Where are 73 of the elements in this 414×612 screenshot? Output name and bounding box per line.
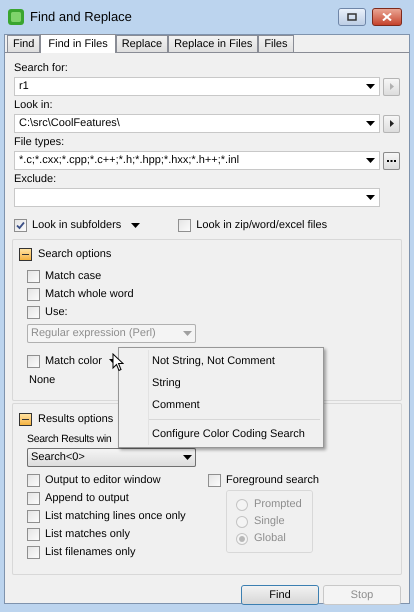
collapse-toggle[interactable]: [19, 248, 32, 260]
play-arrow-icon: [390, 120, 394, 127]
dropdown-arrow-icon: [366, 84, 375, 89]
combo-field[interactable]: r1: [14, 77, 380, 96]
tab[interactable]: Files: [258, 35, 294, 52]
checkbox-label: Look in zip/word/excel files: [196, 218, 328, 233]
checkbox-label: Foreground search: [226, 472, 319, 488]
combo-field[interactable]: [14, 188, 380, 207]
dropdown-arrow-icon: [183, 331, 192, 336]
dialog-button[interactable]: Find: [241, 585, 319, 605]
results-window-dropdown[interactable]: Search<0>: [27, 448, 196, 467]
checkbox-label: Look in subfolders: [32, 218, 122, 233]
dropdown-arrow-icon: [366, 195, 375, 200]
cursor-icon: [112, 353, 124, 372]
dropdown-arrow-icon: [366, 121, 375, 126]
checkbox-label: Use:: [45, 304, 68, 320]
ellipsis-button[interactable]: [383, 152, 400, 170]
checkbox[interactable]: [27, 288, 40, 300]
checkbox-label: List matching lines once only: [45, 508, 186, 524]
checkbox[interactable]: [208, 474, 221, 486]
radio-label: Global: [254, 531, 286, 546]
menu-item[interactable]: Comment: [119, 394, 323, 416]
field-label: Look in:: [14, 98, 54, 113]
checkbox-label: Match whole word: [45, 286, 134, 302]
field-label: File types:: [14, 135, 66, 150]
checkmark-icon: [16, 220, 25, 230]
tab[interactable]: Find in Files: [40, 34, 116, 53]
play-arrow-icon: [390, 83, 394, 90]
combo-field[interactable]: *.c;*.cxx;*.cpp;*.c++;*.h;*.hpp;*.hxx;*.h++;*.inl: [14, 151, 380, 170]
field-label: Exclude:: [14, 172, 58, 187]
dropdown-arrow-icon: [131, 222, 140, 228]
checkbox[interactable]: [27, 270, 40, 282]
checkbox[interactable]: [27, 528, 40, 540]
section-title: Search options: [38, 246, 112, 262]
checkbox[interactable]: [27, 306, 40, 318]
checkbox-label: Match case: [45, 268, 102, 284]
collapse-toggle[interactable]: [19, 412, 32, 426]
checkbox[interactable]: [14, 218, 27, 232]
radio-label: Prompted: [254, 497, 302, 512]
menu-item[interactable]: String: [119, 372, 323, 394]
field-value: *.c;*.cxx;*.cpp;*.c++;*.h;*.hpp;*.hxx;*.h++;*.inl: [19, 153, 240, 168]
restore-icon: [347, 13, 357, 21]
tab[interactable]: Replace: [116, 35, 168, 52]
color-value: None: [29, 373, 56, 388]
checkbox[interactable]: [27, 492, 40, 504]
checkbox-label: List filenames only: [45, 544, 136, 560]
checkbox[interactable]: [27, 546, 40, 558]
checkbox-label: Append to output: [45, 490, 129, 506]
browse-button[interactable]: [383, 114, 400, 132]
menu-item[interactable]: Configure Color Coding Search: [119, 423, 323, 445]
checkbox-label: List matches only: [45, 526, 130, 542]
dropdown-arrow-icon: [366, 158, 375, 163]
restore-button[interactable]: [338, 8, 366, 26]
checkbox[interactable]: [27, 354, 40, 368]
checkbox[interactable]: [178, 218, 192, 232]
tab[interactable]: Replace in Files: [168, 35, 258, 52]
window-title: Find and Replace: [30, 8, 133, 26]
field-value: r1: [19, 79, 30, 94]
app-logo-icon: [8, 9, 24, 25]
combo-field[interactable]: C:\src\CoolFeatures\: [14, 114, 380, 133]
checkbox-label: Output to editor window: [45, 472, 161, 488]
checkbox-label: Match color: [45, 354, 102, 369]
radio-label: Single: [254, 514, 285, 530]
section-title: Results options: [38, 412, 114, 427]
tab[interactable]: Find: [7, 35, 40, 52]
checkbox[interactable]: [27, 510, 40, 522]
close-icon: [382, 13, 392, 21]
field-value: C:\src\CoolFeatures\: [19, 116, 121, 132]
close-button[interactable]: [372, 8, 402, 26]
dropdown-arrow-icon: [183, 455, 192, 460]
field-label: Search for:: [14, 61, 69, 76]
field-label: Search Results win: [27, 432, 112, 447]
checkbox[interactable]: [27, 474, 40, 486]
